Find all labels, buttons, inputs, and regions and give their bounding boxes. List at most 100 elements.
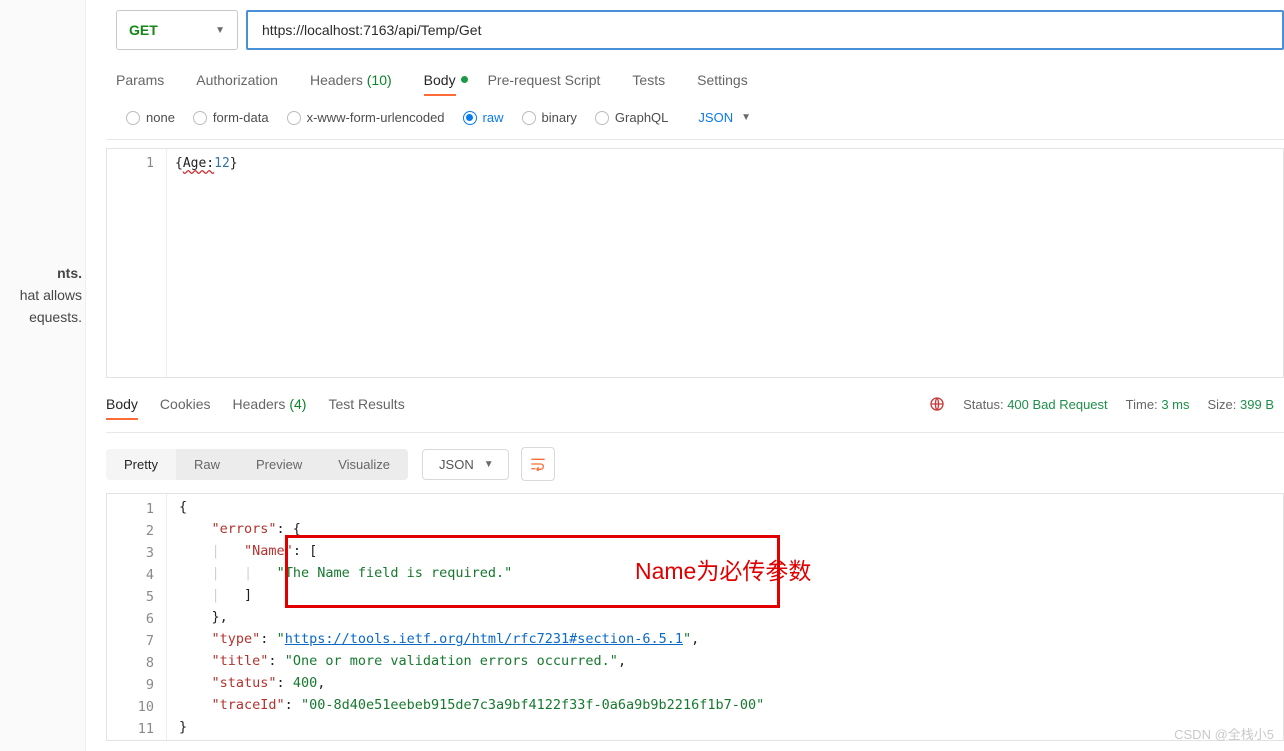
- editor-code[interactable]: {Age:12}: [167, 149, 246, 377]
- tab-settings[interactable]: Settings: [697, 72, 748, 94]
- tab-authorization[interactable]: Authorization: [196, 72, 278, 94]
- watermark: CSDN @全栈小5: [1174, 724, 1274, 743]
- radio-xwww[interactable]: x-www-form-urlencoded: [287, 110, 445, 125]
- size-label: Size:: [1207, 397, 1236, 412]
- resp-headers-label: Headers: [233, 396, 286, 412]
- tab-params[interactable]: Params: [116, 72, 164, 94]
- left-line-1: nts.: [0, 265, 82, 281]
- url-input[interactable]: https://localhost:7163/api/Temp/Get: [246, 10, 1284, 50]
- request-url-row: GET ▼ https://localhost:7163/api/Temp/Ge…: [116, 10, 1284, 50]
- radio-none-label: none: [146, 110, 175, 125]
- json-string: "00-8d40e51eebeb915de7c3a9bf4122f33f-0a6…: [301, 697, 764, 713]
- editor-value: 12: [214, 156, 230, 171]
- radio-none[interactable]: none: [126, 110, 175, 125]
- brace: }: [230, 156, 238, 171]
- chevron-down-icon: ▼: [215, 25, 225, 36]
- radio-icon: [595, 111, 609, 125]
- json-key: "Name": [244, 543, 293, 559]
- left-line-3: equests.: [0, 309, 82, 325]
- left-partial-text: nts. hat allows equests.: [0, 265, 82, 331]
- response-format-select[interactable]: JSON ▼: [422, 449, 509, 480]
- json-string: "One or more validation errors occurred.…: [285, 653, 618, 669]
- chevron-down-icon: ▼: [484, 459, 494, 470]
- left-line-2: hat allows: [0, 287, 82, 303]
- main-panel: GET ▼ https://localhost:7163/api/Temp/Ge…: [106, 0, 1284, 751]
- time-group: Time: 3 ms: [1126, 397, 1190, 412]
- view-visualize[interactable]: Visualize: [320, 449, 408, 480]
- divider: [106, 432, 1284, 433]
- json-key: "traceId": [212, 697, 285, 713]
- json-key: "type": [212, 631, 261, 647]
- radio-binary[interactable]: binary: [522, 110, 577, 125]
- wrap-icon: [530, 457, 546, 471]
- response-format-label: JSON: [439, 457, 474, 472]
- radio-form-label: form-data: [213, 110, 269, 125]
- method-select[interactable]: GET ▼: [116, 10, 238, 50]
- radio-icon: [126, 111, 140, 125]
- response-code: { "errors": { | "Name": [ | | "The Name …: [167, 494, 772, 740]
- resp-headers-count: (4): [289, 396, 306, 412]
- radio-raw-label: raw: [483, 110, 504, 125]
- json-number: 400: [293, 675, 317, 691]
- network-icon[interactable]: [929, 396, 945, 412]
- body-format-label: JSON: [698, 110, 733, 125]
- resp-tab-headers[interactable]: Headers (4): [233, 396, 307, 418]
- json-string: "The Name field is required.": [277, 565, 513, 581]
- body-format-select[interactable]: JSON ▼: [698, 110, 751, 125]
- view-pretty[interactable]: Pretty: [106, 449, 176, 480]
- tab-headers[interactable]: Headers (10): [310, 72, 392, 94]
- view-mode-tabs: Pretty Raw Preview Visualize: [106, 449, 408, 480]
- body-indicator-icon: [461, 76, 468, 83]
- resp-tab-results[interactable]: Test Results: [328, 396, 404, 418]
- response-view-row: Pretty Raw Preview Visualize JSON ▼: [106, 447, 1284, 481]
- radio-graphql-label: GraphQL: [615, 110, 668, 125]
- annotation-text: Name为必传参数: [635, 552, 811, 586]
- json-key: "status": [212, 675, 277, 691]
- editor-gutter: 1: [107, 149, 167, 377]
- radio-icon: [287, 111, 301, 125]
- tab-headers-label: Headers: [310, 72, 363, 88]
- resp-tab-cookies[interactable]: Cookies: [160, 396, 211, 418]
- radio-binary-label: binary: [542, 110, 577, 125]
- tab-body[interactable]: Body: [424, 72, 456, 94]
- tab-headers-count: (10): [367, 72, 392, 88]
- response-meta: Status: 400 Bad Request Time: 3 ms Size:…: [929, 396, 1274, 412]
- editor-gutter: 1234567891011: [107, 494, 167, 740]
- radio-icon: [463, 111, 477, 125]
- status-label: Status:: [963, 397, 1003, 412]
- request-body-editor[interactable]: 1 {Age:12}: [106, 148, 1284, 378]
- divider: [106, 139, 1284, 140]
- json-key: "title": [212, 653, 269, 669]
- radio-icon: [193, 111, 207, 125]
- radio-form-data[interactable]: form-data: [193, 110, 269, 125]
- status-group: Status: 400 Bad Request: [963, 397, 1108, 412]
- radio-graphql[interactable]: GraphQL: [595, 110, 668, 125]
- radio-icon: [522, 111, 536, 125]
- brace: {: [175, 156, 183, 171]
- response-tabs: Body Cookies Headers (4) Test Results St…: [106, 396, 1284, 418]
- json-key: "errors": [212, 521, 277, 537]
- tab-tests[interactable]: Tests: [632, 72, 665, 94]
- tab-prerequest[interactable]: Pre-request Script: [488, 72, 601, 94]
- status-value: 400 Bad Request: [1007, 397, 1107, 412]
- json-link[interactable]: https://tools.ietf.org/html/rfc7231#sect…: [285, 631, 683, 647]
- view-preview[interactable]: Preview: [238, 449, 320, 480]
- chevron-down-icon: ▼: [741, 112, 751, 123]
- resp-tab-body[interactable]: Body: [106, 396, 138, 418]
- response-body-editor[interactable]: 1234567891011 { "errors": { | "Name": [ …: [106, 493, 1284, 741]
- editor-key: Age:: [183, 156, 214, 171]
- radio-xwww-label: x-www-form-urlencoded: [307, 110, 445, 125]
- body-type-row: none form-data x-www-form-urlencoded raw…: [126, 110, 1284, 125]
- view-raw[interactable]: Raw: [176, 449, 238, 480]
- wrap-lines-button[interactable]: [521, 447, 555, 481]
- gutter-line: 1: [107, 153, 154, 175]
- method-label: GET: [129, 22, 158, 38]
- time-label: Time:: [1126, 397, 1158, 412]
- left-sidebar: [0, 0, 86, 751]
- editor-line-1: {Age:12}: [175, 153, 238, 175]
- size-value: 399 B: [1240, 397, 1274, 412]
- time-value: 3 ms: [1161, 397, 1189, 412]
- tab-body-label: Body: [424, 72, 456, 88]
- request-tabs: Params Authorization Headers (10) Body P…: [116, 72, 1284, 94]
- radio-raw[interactable]: raw: [463, 110, 504, 125]
